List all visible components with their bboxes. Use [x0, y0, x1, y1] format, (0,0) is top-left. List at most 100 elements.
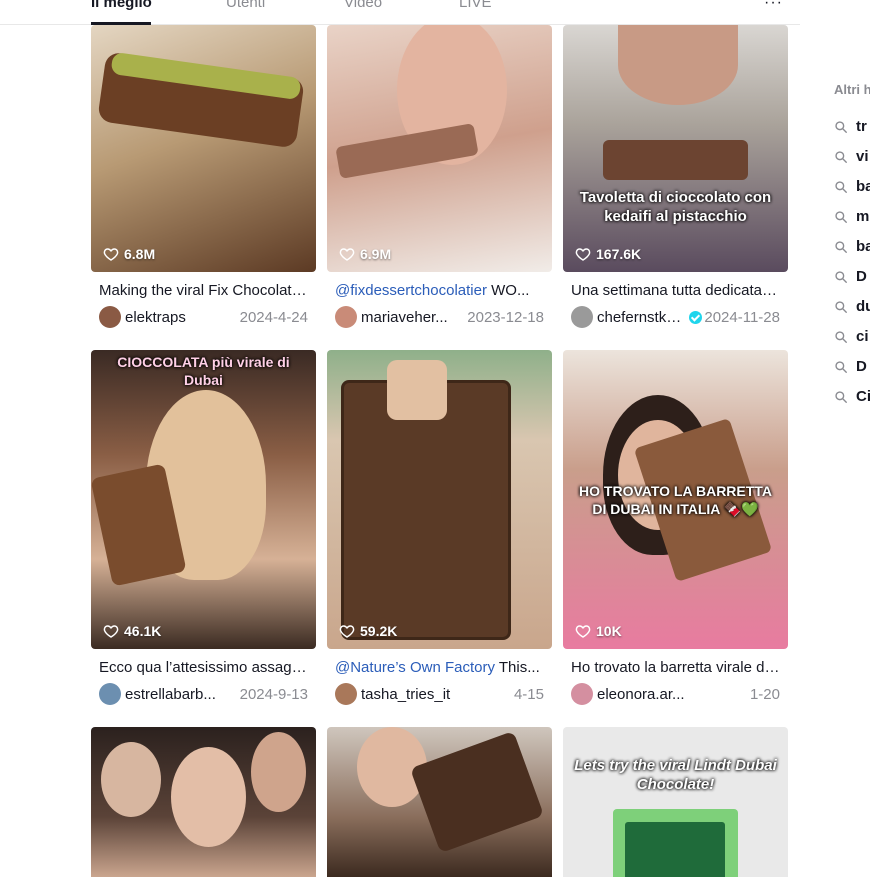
verified-badge-icon	[689, 310, 703, 324]
video-caption[interactable]: @fixdessertchocolatier WO...	[327, 282, 552, 300]
heart-icon	[103, 248, 119, 261]
related-search-item[interactable]: ba	[834, 178, 870, 195]
search-tabs: Il meglio Utenti Video LIVE ···	[0, 0, 800, 25]
video-card[interactable]	[91, 727, 316, 877]
related-search-label: m	[856, 208, 870, 225]
video-thumbnail[interactable]: 6.8M	[91, 25, 316, 272]
heart-icon	[575, 248, 591, 261]
like-count: 10K	[575, 623, 622, 639]
video-thumbnail[interactable]: 6.9M	[327, 25, 552, 272]
video-card[interactable]: 6.9M @fixdessertchocolatier WO... mariav…	[327, 25, 552, 328]
chocolate-bar-image	[603, 140, 748, 180]
caption-text: Ho trovato la barretta virale di Dubai	[571, 659, 788, 676]
related-search-item[interactable]: D	[834, 268, 867, 285]
avatar[interactable]	[99, 306, 121, 328]
tab-users[interactable]: Utenti	[226, 0, 265, 11]
video-thumbnail[interactable]: CIOCCOLATA più virale di Dubai 46.1K	[91, 350, 316, 649]
username[interactable]: chefernstkn...	[597, 309, 685, 326]
video-card[interactable]: 6.8M Making the viral Fix Chocolate bar …	[91, 25, 316, 328]
heart-icon	[339, 248, 355, 261]
face-image	[618, 25, 738, 105]
related-search-item[interactable]: vi	[834, 148, 869, 165]
avatar[interactable]	[335, 306, 357, 328]
related-search-item[interactable]: tr	[834, 118, 867, 135]
related-search-item[interactable]: du	[834, 298, 870, 315]
video-thumbnail[interactable]: Tavoletta di cioccolato con kedaifi al p…	[563, 25, 788, 272]
video-overlay-text: Lets try the viral Lindt Dubai Chocolate…	[574, 757, 777, 793]
face-image	[101, 742, 161, 817]
related-search-item[interactable]: D	[834, 358, 867, 375]
related-search-label: D	[856, 268, 867, 285]
username[interactable]: eleonora.ar...	[597, 686, 744, 703]
face-image	[171, 747, 246, 847]
hand-image	[387, 360, 447, 420]
video-card[interactable]: CIOCCOLATA più virale di Dubai 46.1K Ecc…	[91, 350, 316, 705]
video-card[interactable]: Lets try the viral Lindt Dubai Chocolate…	[563, 727, 788, 877]
avatar[interactable]	[99, 683, 121, 705]
avatar[interactable]	[335, 683, 357, 705]
avatar[interactable]	[571, 306, 593, 328]
related-search-label: du	[856, 298, 870, 315]
username[interactable]: tasha_tries_it	[361, 686, 508, 703]
video-thumbnail[interactable]	[327, 727, 552, 877]
video-overlay-text: HO TROVATO LA BARRETTA DI DUBAI IN ITALI…	[579, 483, 772, 517]
caption-text: Una settimana tutta dedicata al cioccola…	[571, 282, 788, 299]
post-date: 1-20	[749, 685, 780, 703]
video-thumbnail[interactable]: 59.2K	[327, 350, 552, 649]
caption-text: Ecco qua l’attesissimo assaggio	[99, 659, 312, 676]
video-meta: eleonora.ar... 1-20	[563, 683, 788, 705]
related-search-label: Ci	[856, 388, 870, 405]
username[interactable]: mariaveher...	[361, 309, 461, 326]
tab-videos[interactable]: Video	[344, 0, 382, 11]
caption-text: This...	[495, 659, 540, 676]
avatar[interactable]	[571, 683, 593, 705]
video-caption[interactable]: Making the viral Fix Chocolate bar	[91, 282, 316, 300]
username[interactable]: elektraps	[125, 309, 234, 326]
video-meta: mariaveher... 2023-12-18	[327, 306, 552, 328]
like-count-value: 167.6K	[596, 246, 642, 262]
like-count-value: 46.1K	[124, 623, 162, 639]
tab-top[interactable]: Il meglio	[91, 0, 152, 11]
video-thumbnail[interactable]: Lets try the viral Lindt Dubai Chocolate…	[563, 727, 788, 877]
post-date: 2023-12-18	[467, 308, 544, 326]
related-search-item[interactable]: ci	[834, 328, 869, 345]
like-count: 59.2K	[339, 623, 397, 639]
username[interactable]: estrellabarb...	[125, 686, 234, 703]
video-thumbnail[interactable]: HO TROVATO LA BARRETTA DI DUBAI IN ITALI…	[563, 350, 788, 649]
like-count: 6.8M	[103, 246, 155, 262]
like-count: 46.1K	[103, 623, 161, 639]
search-icon	[835, 300, 847, 313]
caption-text: WO...	[486, 282, 530, 299]
video-caption[interactable]: @Nature’s Own Factory This...	[327, 659, 552, 677]
video-thumbnail[interactable]	[91, 727, 316, 877]
video-caption[interactable]: Una settimana tutta dedicata al cioccola…	[563, 282, 788, 300]
video-caption[interactable]: Ho trovato la barretta virale di Dubai	[563, 659, 788, 677]
video-card[interactable]: HO TROVATO LA BARRETTA DI DUBAI IN ITALI…	[563, 350, 788, 705]
like-count-value: 59.2K	[360, 623, 398, 639]
tab-live[interactable]: LIVE	[459, 0, 492, 11]
more-options-button[interactable]: ···	[764, 0, 783, 12]
heart-icon	[575, 625, 591, 638]
post-date: 2024-4-24	[239, 308, 308, 326]
face-image	[251, 732, 306, 812]
caption-text: Making the viral Fix Chocolate bar	[99, 282, 316, 299]
mention-link[interactable]: @fixdessertchocolatier	[335, 282, 487, 299]
video-card[interactable]: 59.2K @Nature’s Own Factory This... tash…	[327, 350, 552, 705]
search-icon	[835, 180, 847, 193]
related-search-label: D	[856, 358, 867, 375]
search-icon	[835, 270, 847, 283]
video-card[interactable]	[327, 727, 552, 877]
related-search-item[interactable]: Ci	[834, 388, 870, 405]
video-card[interactable]: Tavoletta di cioccolato con kedaifi al p…	[563, 25, 788, 328]
related-search-item[interactable]: m	[834, 208, 869, 225]
heart-icon	[339, 625, 355, 638]
video-caption[interactable]: Ecco qua l’attesissimo assaggio	[91, 659, 316, 677]
mention-link[interactable]: @Nature’s Own Factory	[335, 659, 495, 676]
related-search-label: ba	[856, 178, 870, 195]
related-search-item[interactable]: ba	[834, 238, 870, 255]
like-count-value: 10K	[596, 623, 622, 639]
post-date: 2024-9-13	[239, 685, 308, 703]
search-icon	[835, 360, 847, 373]
like-count-value: 6.8M	[124, 246, 156, 262]
lindt-label-image	[625, 822, 725, 877]
